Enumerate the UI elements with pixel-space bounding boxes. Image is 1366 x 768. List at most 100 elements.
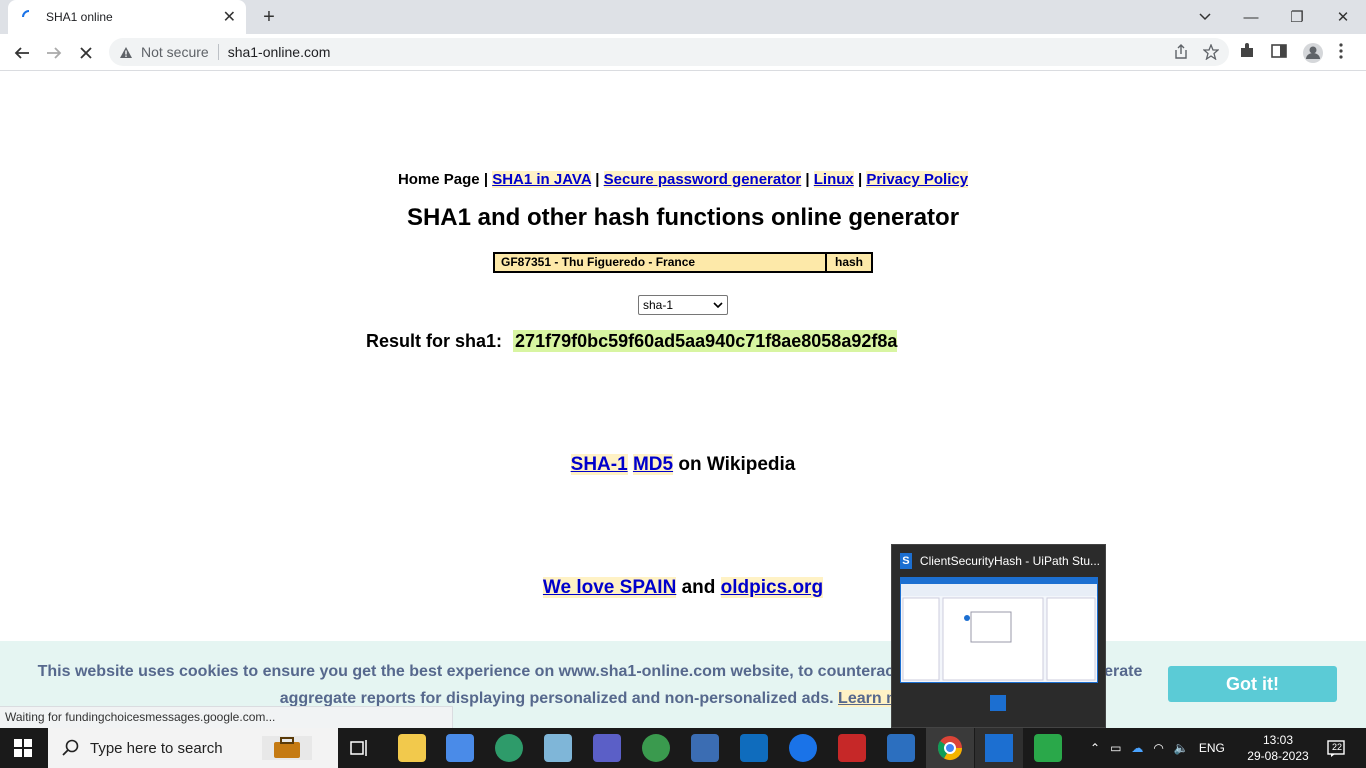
- link-we-love-spain[interactable]: We love SPAIN: [542, 577, 677, 598]
- file-explorer-icon[interactable]: [398, 734, 426, 762]
- browser-toolbar: Not secure sha1-online.com: [0, 34, 1366, 71]
- hash-text-input[interactable]: GF87351 - Thu Figueredo - France: [493, 252, 827, 273]
- notification-center-icon[interactable]: 22: [1326, 738, 1346, 758]
- chrome-icon: [937, 736, 962, 761]
- wikipedia-links: SHA-1 MD5 on Wikipedia: [0, 454, 1366, 476]
- status-bubble: Waiting for fundingchoicesmessages.googl…: [0, 706, 453, 728]
- tab-search-button[interactable]: [1190, 0, 1220, 34]
- chevron-down-icon: [713, 302, 723, 308]
- uipath-icon: [985, 734, 1013, 762]
- result-hash-value: 271f79f0bc59f60ad5aa940c71f8ae8058a92f8a: [513, 330, 898, 352]
- nav-link-password-generator[interactable]: Secure password generator: [603, 171, 802, 188]
- language-indicator[interactable]: ENG: [1199, 741, 1225, 755]
- outlook-icon[interactable]: [740, 734, 768, 762]
- windows-start-icon[interactable]: [14, 739, 32, 757]
- restore-button[interactable]: ❐: [1274, 0, 1320, 34]
- briefcase-icon[interactable]: [262, 736, 312, 760]
- stop-loading-button[interactable]: [73, 40, 99, 66]
- nav-link-privacy-policy[interactable]: Privacy Policy: [866, 171, 969, 188]
- tab-strip: SHA1 online ✕ + — ❐ ✕: [0, 0, 1366, 34]
- thumbnail-screenshot: [901, 578, 1097, 681]
- nav-link-sha1-java[interactable]: SHA1 in JAVA: [492, 171, 592, 188]
- result-line: Result for sha1: 271f79f0bc59f60ad5aa940…: [366, 330, 898, 352]
- show-hidden-icons-chevron-icon[interactable]: ⌃: [1090, 741, 1100, 755]
- close-window-button[interactable]: ✕: [1320, 0, 1366, 34]
- algorithm-selected-value: sha-1: [643, 298, 674, 312]
- search-placeholder: Type here to search: [90, 739, 223, 757]
- windows-taskbar: Type here to search ⌃ ▭ ☁ ◠ 🔈 ENG 13:03 …: [0, 728, 1366, 768]
- share-icon[interactable]: [1173, 44, 1189, 60]
- uipath-studio-icon: S: [900, 553, 912, 569]
- nav-separator: |: [805, 171, 810, 188]
- security-shield-icon[interactable]: [887, 734, 915, 762]
- got-it-button[interactable]: Got it!: [1168, 666, 1337, 702]
- wiki-link-sha1[interactable]: SHA-1: [570, 454, 628, 475]
- thumbnail-window-image[interactable]: [900, 577, 1098, 683]
- home-page-label: Home Page: [397, 171, 480, 188]
- close-icon: [80, 47, 92, 59]
- tab-close-icon[interactable]: ✕: [223, 7, 236, 27]
- wiki-link-md5[interactable]: MD5: [632, 454, 674, 475]
- forward-arrow-icon: [47, 47, 62, 59]
- new-tab-button[interactable]: +: [258, 6, 280, 28]
- media-player-icon[interactable]: [1034, 734, 1062, 762]
- back-arrow-icon: [14, 47, 29, 59]
- rg-app-icon[interactable]: [838, 734, 866, 762]
- nav-link-linux[interactable]: Linux: [813, 171, 854, 188]
- site-nav: Home Page | SHA1 in JAVA | Secure passwo…: [0, 171, 1366, 188]
- tab-title: SHA1 online: [46, 10, 113, 24]
- cookie-line2: aggregate reports for displaying persona…: [279, 690, 834, 707]
- globe-app-icon[interactable]: [642, 734, 670, 762]
- chrome-taskbar-button[interactable]: [926, 728, 974, 768]
- uipath-taskbar-button[interactable]: [975, 728, 1023, 768]
- side-panel-icon[interactable]: [1270, 42, 1288, 60]
- system-tray: ⌃ ▭ ☁ ◠ 🔈 ENG: [1090, 728, 1225, 768]
- hash-form: GF87351 - Thu Figueredo - France hash: [493, 252, 873, 273]
- search-icon: [62, 739, 79, 756]
- promo-and: and: [681, 577, 716, 598]
- thumbnail-title: S ClientSecurityHash - UiPath Stu...: [900, 553, 1100, 569]
- notepad-app-icon[interactable]: [544, 734, 572, 762]
- wifi-icon[interactable]: ◠: [1153, 741, 1163, 755]
- promo-links: We love SPAIN and oldpics.org: [0, 577, 1366, 599]
- web-page: Home Page | SHA1 in JAVA | Secure passwo…: [0, 71, 1366, 728]
- clock-date: 29-08-2023: [1247, 749, 1309, 763]
- teams-icon[interactable]: [593, 734, 621, 762]
- info-app-icon[interactable]: [789, 734, 817, 762]
- algorithm-select[interactable]: sha-1: [638, 295, 728, 315]
- link-oldpics[interactable]: oldpics.org: [720, 577, 824, 598]
- thumbnail-stop-icon[interactable]: [990, 695, 1006, 711]
- wiki-suffix: on Wikipedia: [678, 454, 796, 475]
- result-label: Result for sha1:: [366, 331, 503, 351]
- omnibox-divider: [217, 44, 219, 60]
- thumbnail-title-text: ClientSecurityHash - UiPath Stu...: [919, 554, 1100, 568]
- back-button[interactable]: [9, 40, 35, 66]
- cookie-line1: This website uses cookies to ensure you …: [37, 663, 895, 680]
- minimize-button[interactable]: —: [1228, 0, 1274, 34]
- profile-avatar-icon[interactable]: [1302, 42, 1324, 64]
- bookmark-star-icon[interactable]: [1203, 44, 1219, 60]
- forward-button[interactable]: [41, 40, 67, 66]
- extensions-puzzle-icon[interactable]: [1238, 42, 1256, 60]
- remote-desktop-icon[interactable]: [691, 734, 719, 762]
- address-bar[interactable]: Not secure sha1-online.com: [109, 38, 1229, 66]
- warning-icon: [120, 46, 132, 58]
- kebab-menu-icon[interactable]: [1338, 42, 1344, 60]
- battery-icon[interactable]: ▭: [1110, 741, 1121, 755]
- nav-separator: |: [595, 171, 600, 188]
- nav-separator: |: [857, 171, 863, 188]
- tab-sha1-online[interactable]: SHA1 online ✕: [8, 0, 246, 34]
- notification-count: 22: [1332, 742, 1343, 752]
- taskbar-clock[interactable]: 13:03 29-08-2023: [1246, 732, 1310, 764]
- microsoft-store-icon[interactable]: [446, 734, 474, 762]
- edge-browser-icon[interactable]: [495, 734, 523, 762]
- task-view-icon[interactable]: [350, 738, 370, 758]
- volume-icon[interactable]: 🔈: [1174, 741, 1189, 755]
- onedrive-cloud-icon[interactable]: ☁: [1131, 741, 1143, 755]
- hash-button[interactable]: hash: [827, 252, 873, 273]
- clock-time: 13:03: [1262, 733, 1294, 747]
- security-label[interactable]: Not secure: [141, 44, 209, 60]
- page-title: SHA1 and other hash functions online gen…: [406, 204, 960, 231]
- taskbar-thumbnail-preview[interactable]: S ClientSecurityHash - UiPath Stu...: [891, 544, 1106, 728]
- url-text[interactable]: sha1-online.com: [228, 44, 331, 60]
